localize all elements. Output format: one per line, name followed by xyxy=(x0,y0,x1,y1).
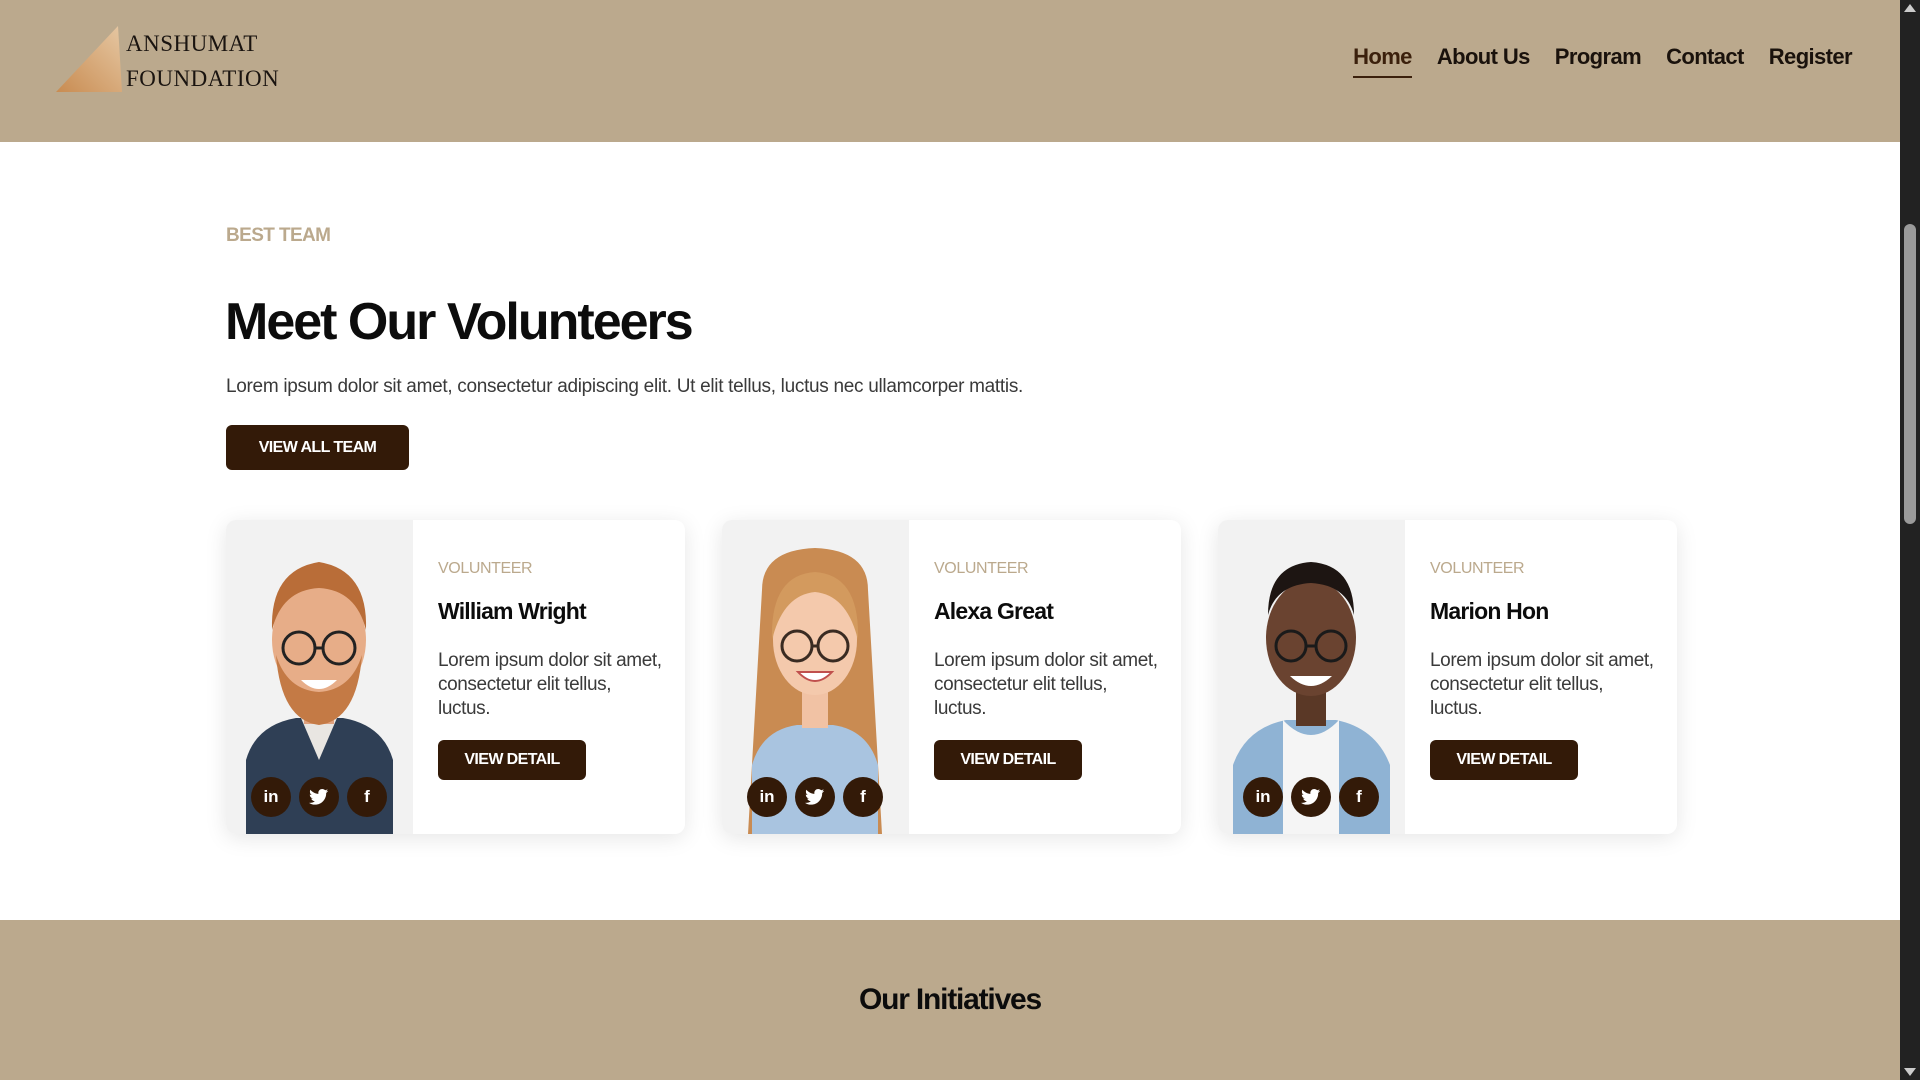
volunteer-photo: in f xyxy=(226,520,413,834)
scrollbar-thumb[interactable] xyxy=(1904,224,1916,524)
volunteer-photo: in f xyxy=(1218,520,1405,834)
section-title: Meet Our Volunteers xyxy=(225,293,694,351)
linkedin-icon[interactable]: in xyxy=(747,777,787,817)
volunteer-card: in f VOLUNTEER Alexa Great Lorem ipsum d… xyxy=(722,520,1181,834)
volunteer-card: in f VOLUNTEER Marion Hon Lorem ipsum do… xyxy=(1218,520,1677,834)
nav-register[interactable]: Register xyxy=(1769,44,1853,78)
view-all-team-button[interactable]: VIEW ALL TEAM xyxy=(226,425,409,470)
logo-text: ANSHUMAT FOUNDATION xyxy=(126,26,279,96)
volunteer-name: Marion Hon xyxy=(1430,598,1549,624)
linkedin-icon[interactable]: in xyxy=(1243,777,1283,817)
volunteer-cards: in f VOLUNTEER William Wright Lorem ipsu… xyxy=(226,520,1677,834)
main-nav: Home About Us Program Contact Register xyxy=(1353,44,1853,78)
volunteer-role: VOLUNTEER xyxy=(438,560,533,577)
linkedin-icon[interactable]: in xyxy=(251,777,291,817)
volunteer-info: VOLUNTEER William Wright Lorem ipsum dol… xyxy=(438,560,663,780)
view-detail-button[interactable]: VIEW DETAIL xyxy=(934,740,1082,780)
twitter-icon[interactable] xyxy=(299,777,339,817)
section-eyebrow: BEST TEAM xyxy=(226,225,331,246)
volunteer-info: VOLUNTEER Marion Hon Lorem ipsum dolor s… xyxy=(1430,560,1655,780)
twitter-icon[interactable] xyxy=(795,777,835,817)
volunteer-role: VOLUNTEER xyxy=(1430,560,1525,577)
scroll-down-arrow-icon[interactable] xyxy=(1904,1068,1916,1076)
view-detail-button[interactable]: VIEW DETAIL xyxy=(1430,740,1578,780)
volunteer-name: Alexa Great xyxy=(934,598,1054,624)
logo-line-2: FOUNDATION xyxy=(126,66,280,91)
nav-program[interactable]: Program xyxy=(1555,44,1642,78)
nav-contact[interactable]: Contact xyxy=(1666,44,1744,78)
logo-mark-icon xyxy=(56,26,122,92)
volunteer-info: VOLUNTEER Alexa Great Lorem ipsum dolor … xyxy=(934,560,1159,780)
section-subtitle: Lorem ipsum dolor sit amet, consectetur … xyxy=(226,376,1023,397)
site-header: ANSHUMAT FOUNDATION Home About Us Progra… xyxy=(0,0,1900,142)
facebook-icon[interactable]: f xyxy=(843,777,883,817)
page-scrollbar[interactable] xyxy=(1900,0,1920,1080)
initiatives-title: Our Initiatives xyxy=(858,983,1042,1016)
volunteer-card: in f VOLUNTEER William Wright Lorem ipsu… xyxy=(226,520,685,834)
volunteer-photo: in f xyxy=(722,520,909,834)
social-links: in f xyxy=(1243,777,1379,817)
volunteer-role: VOLUNTEER xyxy=(934,560,1029,577)
facebook-icon[interactable]: f xyxy=(347,777,387,817)
nav-about-us[interactable]: About Us xyxy=(1437,44,1531,78)
twitter-icon[interactable] xyxy=(1291,777,1331,817)
page: ANSHUMAT FOUNDATION Home About Us Progra… xyxy=(0,0,1900,1080)
nav-home[interactable]: Home xyxy=(1353,44,1412,78)
volunteer-name: William Wright xyxy=(438,598,587,624)
social-links: in f xyxy=(251,777,387,817)
volunteer-description: Lorem ipsum dolor sit amet, consectetur … xyxy=(438,650,662,719)
volunteer-description: Lorem ipsum dolor sit amet, consectetur … xyxy=(934,650,1158,719)
scroll-up-arrow-icon[interactable] xyxy=(1904,4,1916,12)
volunteer-description: Lorem ipsum dolor sit amet, consectetur … xyxy=(1430,650,1654,719)
social-links: in f xyxy=(747,777,883,817)
facebook-icon[interactable]: f xyxy=(1339,777,1379,817)
view-detail-button[interactable]: VIEW DETAIL xyxy=(438,740,586,780)
logo-line-1: ANSHUMAT xyxy=(126,31,258,56)
logo[interactable]: ANSHUMAT FOUNDATION xyxy=(56,26,296,96)
initiatives-section: Our Initiatives xyxy=(0,920,1900,1080)
